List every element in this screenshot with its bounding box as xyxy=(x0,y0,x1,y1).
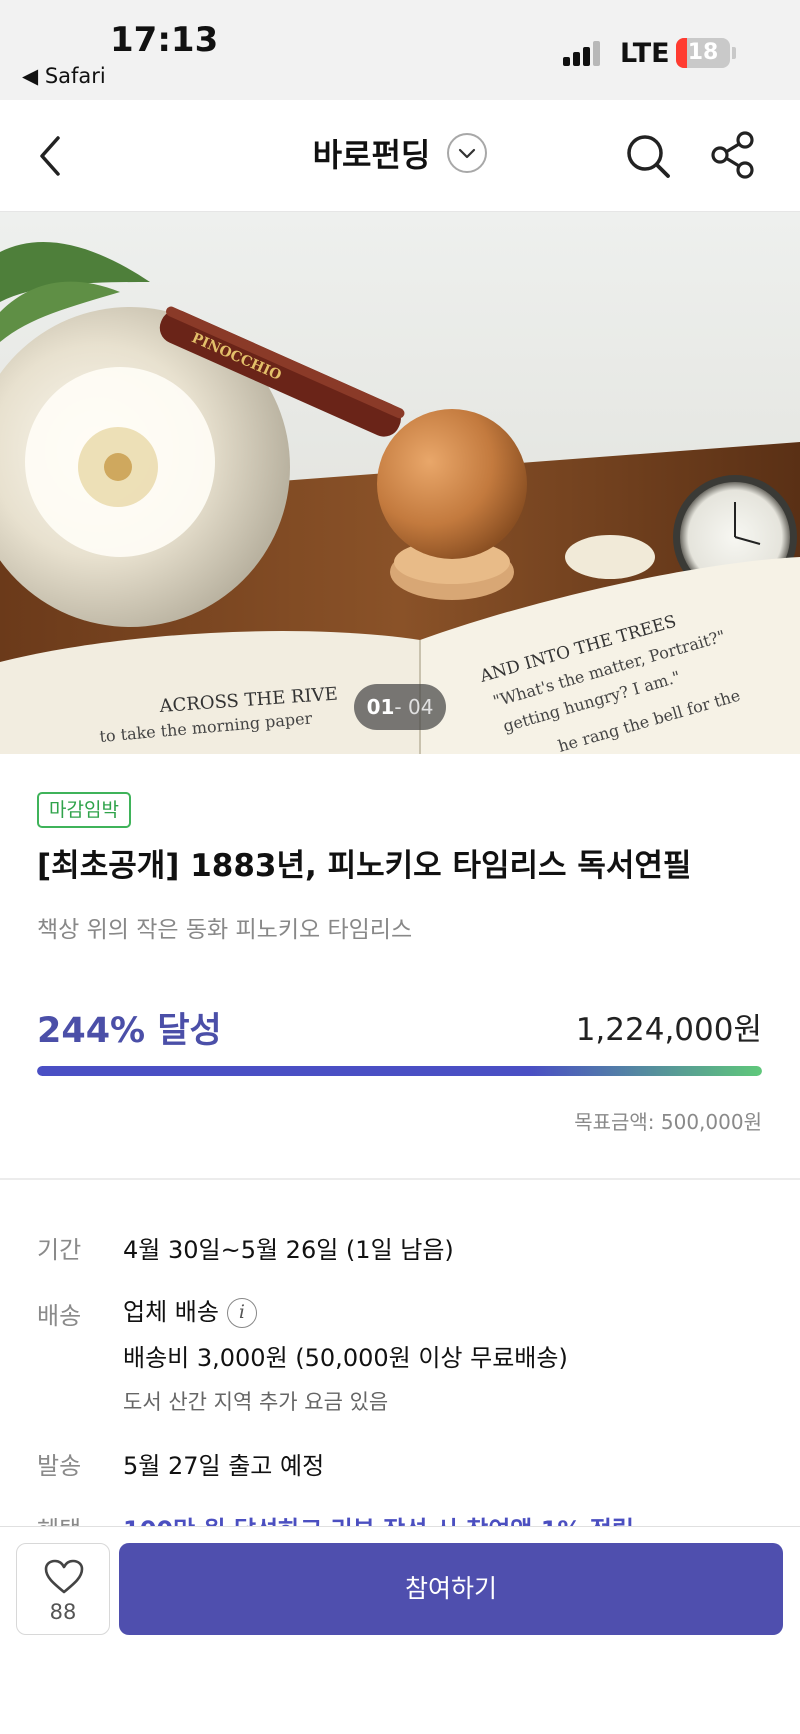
top-nav: 바로펀딩 xyxy=(0,100,800,212)
search-icon xyxy=(627,135,670,178)
shipping-method: 업체 배송 i xyxy=(123,1292,257,1328)
signal-icon xyxy=(563,40,607,66)
funding-progress-fill xyxy=(37,1066,762,1076)
pager-current: 01 xyxy=(366,695,395,719)
shipping-fee: 배송비 3,000원 (50,000원 이상 무료배송) xyxy=(123,1344,568,1372)
benefit-value: 100만 원 달성하고 리뷰 작성 시 참여액 1% 적립 xyxy=(123,1510,634,1526)
network-label: LTE xyxy=(620,38,670,69)
raised-amount: 1,224,000원 xyxy=(575,1012,762,1048)
shipping-note: 도서 산간 지역 추가 요금 있음 xyxy=(123,1390,389,1414)
chevron-down-icon xyxy=(459,148,476,159)
share-icon xyxy=(711,131,754,179)
search-button[interactable] xyxy=(624,132,672,180)
battery-level: 18 xyxy=(687,40,719,65)
shipping-label: 배송 xyxy=(37,1302,82,1330)
status-bar: 17:13 ◀ Safari LTE 18 xyxy=(0,0,800,100)
pager-total: - 04 xyxy=(394,695,434,719)
section-divider xyxy=(0,1178,800,1180)
funding-progress-bar xyxy=(37,1066,762,1076)
image-pager: 01- 04 xyxy=(354,684,446,730)
share-button[interactable] xyxy=(708,130,758,180)
back-to-safari-link[interactable]: ◀ Safari xyxy=(22,64,106,88)
product-title: [최초공개] 1883년, 피노키오 타임리스 독서연필 xyxy=(37,848,692,884)
like-button[interactable]: 88 xyxy=(16,1543,110,1635)
bottom-action-bar: 88 참여하기 xyxy=(0,1526,800,1734)
product-image-carousel[interactable]: PINOCCHIO ACROSS THE RIVE to take the mo… xyxy=(0,212,800,754)
battery-icon: 18 xyxy=(676,38,730,68)
status-time: 17:13 xyxy=(110,20,219,60)
deadline-badge: 마감임박 xyxy=(37,792,131,828)
achievement-percent: 244% 달성 xyxy=(37,1011,222,1051)
funding-detail-page: 17:13 ◀ Safari LTE 18 바로펀딩 PINOCCHIO ACR… xyxy=(0,0,800,1734)
category-dropdown-button[interactable] xyxy=(447,133,488,173)
join-funding-button[interactable]: 참여하기 xyxy=(119,1543,783,1635)
dispatch-value: 5월 27일 출고 예정 xyxy=(123,1452,325,1480)
benefit-label: 혜택 xyxy=(37,1510,81,1526)
dispatch-label: 발송 xyxy=(37,1452,82,1480)
period-value: 4월 30일~5월 26일 (1일 남음) xyxy=(123,1236,454,1264)
benefit-row: 혜택 100만 원 달성하고 리뷰 작성 시 참여액 1% 적립 xyxy=(0,1508,800,1526)
heart-icon xyxy=(44,1559,84,1594)
goal-amount: 목표금액: 500,000원 xyxy=(574,1110,762,1134)
product-photo: PINOCCHIO ACROSS THE RIVE to take the mo… xyxy=(0,212,800,754)
info-icon[interactable]: i xyxy=(226,1298,257,1328)
like-count: 88 xyxy=(49,1600,77,1624)
product-subtitle: 책상 위의 작은 동화 피노키오 타임리스 xyxy=(37,917,413,943)
period-label: 기간 xyxy=(37,1236,82,1264)
shipping-method-text: 업체 배송 xyxy=(123,1298,219,1326)
nav-title[interactable]: 바로펀딩 xyxy=(313,130,431,176)
